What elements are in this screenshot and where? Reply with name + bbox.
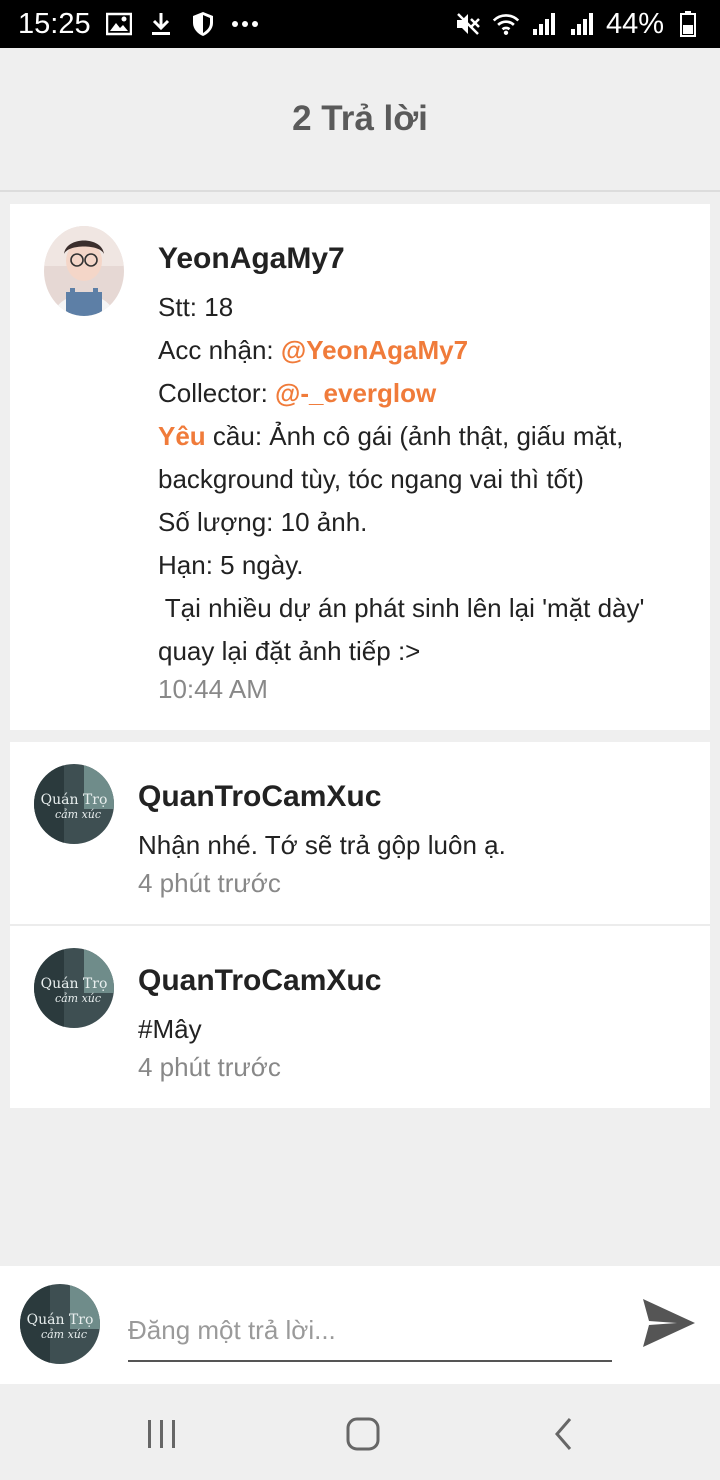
signal-icon — [530, 10, 558, 38]
battery-icon — [674, 10, 702, 38]
avatar[interactable] — [44, 226, 124, 316]
reply-text: Nhận nhé. Tớ sẽ trả gộp luôn ạ. — [138, 830, 506, 860]
home-icon — [346, 1417, 380, 1451]
collector-mention-link[interactable]: @-_everglow — [275, 378, 436, 408]
post-line-collector: Collector: @-_everglow — [158, 378, 436, 409]
back-button[interactable] — [536, 1406, 592, 1462]
avatar[interactable]: Quán Trọ cảm xúc — [34, 948, 114, 1028]
send-button[interactable] — [640, 1294, 698, 1352]
avatar-text: Quán Trọ — [41, 976, 108, 992]
post-line-deadline: Hạn: 5 ngày. — [158, 550, 304, 580]
home-button[interactable] — [335, 1406, 391, 1462]
page-title: 2 Trả lời — [292, 99, 428, 138]
reply-item: Quán Trọ cảm xúc QuanTroCamXuc Nhận nhé.… — [10, 742, 710, 924]
replies-list: Quán Trọ cảm xúc QuanTroCamXuc Nhận nhé.… — [10, 742, 710, 1108]
reply-username[interactable]: QuanTroCamXuc — [138, 964, 381, 998]
wifi-icon — [492, 10, 520, 38]
composer-avatar: Quán Trọ cảm xúc — [20, 1284, 100, 1364]
mute-icon — [454, 10, 482, 38]
reply-item: Quán Trọ cảm xúc QuanTroCamXuc #Mây 4 ph… — [10, 926, 710, 1108]
collector-label: Collector: — [158, 378, 276, 408]
post-line-quantity: Số lượng: 10 ảnh. — [158, 507, 368, 537]
system-nav-bar — [0, 1384, 720, 1480]
signal-icon — [568, 10, 596, 38]
status-time: 15:25 — [18, 7, 91, 40]
avatar[interactable]: Quán Trọ cảm xúc — [34, 764, 114, 844]
send-icon — [643, 1299, 695, 1347]
download-icon — [147, 10, 175, 38]
reply-time: 4 phút trước — [138, 1052, 281, 1082]
status-bar: 15:25 44% — [0, 0, 720, 48]
avatar-text: cảm xúc — [55, 808, 101, 821]
header: 2 Trả lời — [0, 48, 720, 192]
avatar-text: cảm xúc — [55, 992, 101, 1005]
back-icon — [555, 1418, 572, 1450]
recent-apps-icon — [148, 1420, 175, 1448]
original-post-card: YeonAgaMy7 Stt: 18 Acc nhận: @YeonAgaMy7… — [10, 204, 710, 730]
post-line-note-2: quay lại đặt ảnh tiếp :> — [158, 636, 421, 666]
reply-time: 4 phút trước — [138, 868, 281, 898]
reply-input[interactable] — [128, 1300, 612, 1362]
post-time: 10:44 AM — [158, 674, 268, 704]
avatar-text: Quán Trọ — [27, 1312, 94, 1328]
reply-text: #Mây — [138, 1014, 202, 1044]
post-username[interactable]: YeonAgaMy7 — [158, 242, 345, 276]
acc-mention-link[interactable]: @YeonAgaMy7 — [281, 335, 468, 365]
image-icon — [105, 10, 133, 38]
post-line-acc: Acc nhận: @YeonAgaMy7 — [158, 335, 468, 366]
recent-apps-button[interactable] — [134, 1406, 190, 1462]
reply-username[interactable]: QuanTroCamXuc — [138, 780, 381, 814]
post-line-request: Yêu cầu: Ảnh cô gái (ảnh thật, giấu mặt, — [158, 421, 623, 452]
shield-icon — [189, 10, 217, 38]
post-line-stt: Stt: 18 — [158, 292, 234, 322]
post-line-note: Tại nhiều dự án phát sinh lên lại 'mặt d… — [158, 593, 645, 623]
more-icon — [231, 10, 259, 38]
acc-label: Acc nhận: — [158, 335, 281, 365]
post-line-request-2: background tùy, tóc ngang vai thì tốt) — [158, 464, 584, 494]
battery-percent: 44% — [605, 7, 664, 40]
yeu-highlight: Yêu — [158, 421, 206, 451]
request-text: cầu: Ảnh cô gái (ảnh thật, giấu mặt, — [205, 421, 624, 451]
avatar-text: Quán Trọ — [41, 792, 108, 808]
avatar-text: cảm xúc — [41, 1328, 87, 1341]
